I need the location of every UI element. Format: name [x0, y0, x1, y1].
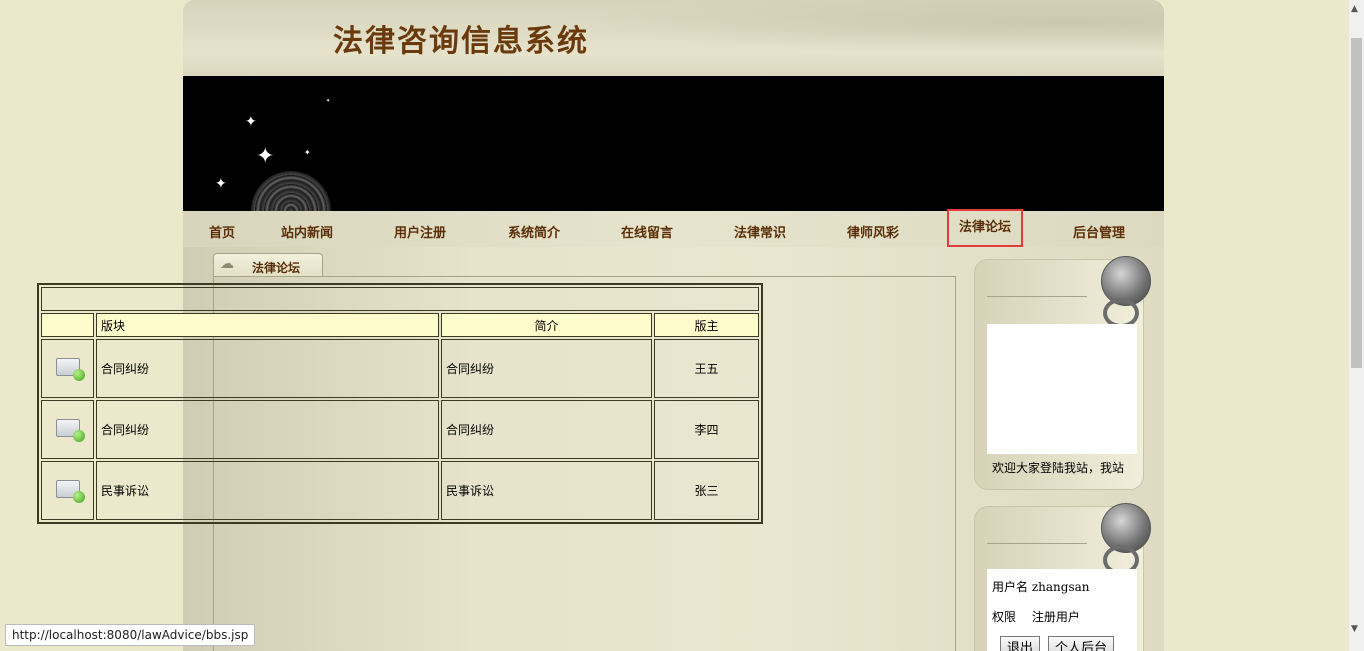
board-desc: 合同纠纷 — [441, 339, 652, 398]
nav-home[interactable]: 首页 — [209, 222, 235, 241]
table-header-row: 版块 简介 版主 — [41, 313, 759, 337]
star-icon: ✦ — [326, 98, 331, 104]
forum-tab[interactable]: ☁ 法律论坛 — [213, 253, 323, 277]
personal-admin-button[interactable]: 个人后台 — [1048, 636, 1115, 651]
scroll-up-icon[interactable]: ▲ — [1351, 4, 1358, 14]
username-value: zhangsan — [1031, 580, 1090, 594]
main-nav: 首页 站内新闻 用户注册 系统简介 在线留言 法律常识 律师风彩 法律论坛 后台… — [183, 209, 1164, 247]
board-link[interactable]: 合同纠纷 — [96, 339, 439, 398]
banner-image: ✦ ✦ ✦ ✦ ✦ — [183, 76, 1164, 211]
notice-area — [987, 324, 1137, 454]
logout-button[interactable]: 退出 — [1000, 636, 1041, 651]
nav-admin[interactable]: 后台管理 — [1073, 222, 1125, 241]
site-title: 法律咨询信息系统 — [333, 24, 589, 59]
board-desc: 合同纠纷 — [441, 400, 652, 459]
nav-forum[interactable]: 法律论坛 — [946, 209, 1024, 247]
role-row: 权限 注册用户 — [992, 608, 1080, 625]
folder-icon — [55, 358, 85, 381]
header-desc: 简介 — [441, 313, 652, 337]
table-row: 合同纠纷 合同纠纷 李四 — [41, 400, 759, 459]
username-label: 用户名 — [992, 580, 1029, 594]
header-board: 版块 — [96, 313, 439, 337]
star-icon: ✦ — [215, 176, 227, 192]
welcome-text: 欢迎大家登陆我站，我站 — [992, 461, 1125, 475]
header-moderator: 版主 — [654, 313, 759, 337]
folder-icon — [55, 480, 85, 503]
divider — [987, 296, 1087, 297]
forum-tab-label: 法律论坛 — [252, 261, 301, 275]
nav-lawyers[interactable]: 律师风彩 — [847, 222, 899, 241]
nav-register[interactable]: 用户注册 — [394, 222, 446, 241]
header-icon-col — [41, 313, 94, 337]
site-header: 法律咨询信息系统 — [183, 0, 1164, 76]
scroll-thumb[interactable] — [1351, 38, 1362, 368]
scroll-down-icon[interactable]: ▼ — [1351, 624, 1358, 634]
nav-law-knowledge[interactable]: 法律常识 — [734, 222, 786, 241]
role-value: 注册用户 — [1031, 610, 1080, 624]
username-row: 用户名 zhangsan — [992, 578, 1090, 595]
user-box: 用户名 zhangsan 权限 注册用户 — [974, 503, 1151, 651]
forum-table: 版块 简介 版主 合同纠纷 合同纠纷 王五 合同纠纷 合同纠纷 李四 民事诉讼 … — [37, 283, 763, 524]
nav-about[interactable]: 系统简介 — [508, 222, 560, 241]
vertical-scrollbar[interactable]: ▲ ▼ — [1349, 0, 1364, 651]
notice-box: 欢迎大家登陆我站，我站 — [974, 256, 1151, 490]
folder-icon — [55, 419, 85, 442]
table-row: 民事诉讼 民事诉讼 张三 — [41, 461, 759, 520]
nav-news[interactable]: 站内新闻 — [281, 222, 333, 241]
star-icon: ✦ — [304, 148, 311, 157]
nav-message[interactable]: 在线留言 — [621, 222, 673, 241]
board-moderator: 王五 — [654, 339, 759, 398]
board-link[interactable]: 民事诉讼 — [96, 461, 439, 520]
cloud-icon: ☁ — [220, 256, 234, 272]
status-bar-url: http://localhost:8080/lawAdvice/bbs.jsp — [5, 624, 256, 646]
role-label: 权限 — [992, 610, 1017, 624]
board-moderator: 张三 — [654, 461, 759, 520]
table-title-row — [41, 287, 759, 311]
board-desc: 民事诉讼 — [441, 461, 652, 520]
swirl-decoration — [251, 171, 331, 211]
board-moderator: 李四 — [654, 400, 759, 459]
star-icon: ✦ — [245, 114, 257, 130]
divider — [987, 543, 1087, 544]
table-title-cell — [41, 287, 759, 311]
star-icon: ✦ — [256, 144, 275, 169]
table-row: 合同纠纷 合同纠纷 王五 — [41, 339, 759, 398]
board-link[interactable]: 合同纠纷 — [96, 400, 439, 459]
